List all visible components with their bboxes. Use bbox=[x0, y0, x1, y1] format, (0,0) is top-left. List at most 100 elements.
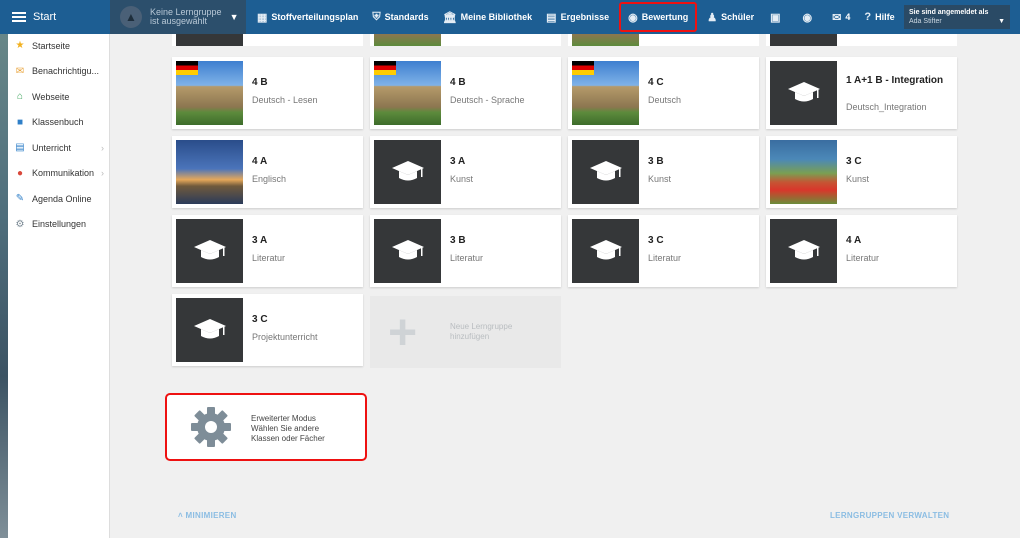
group-tile[interactable]: 3 C Projektunterricht bbox=[172, 294, 363, 366]
group-title: 3 C bbox=[252, 314, 268, 325]
nav-stoffverteilungsplan[interactable]: ▦ Stoffverteilungsplan bbox=[250, 0, 365, 34]
nav-meine-bibliothek[interactable]: 🏛 Meine Bibliothek bbox=[436, 0, 539, 34]
group-title: 3 C bbox=[846, 156, 862, 167]
group-subject: Literatur bbox=[450, 253, 484, 263]
plus-icon: + bbox=[388, 304, 418, 360]
start-button[interactable]: Start bbox=[0, 0, 110, 34]
group-subject: Kunst bbox=[846, 174, 870, 184]
manage-groups-link[interactable]: LERNGRUPPEN VERWALTEN bbox=[830, 511, 949, 520]
nav-label: Standards bbox=[384, 12, 429, 22]
advanced-line3: Klassen oder Fächer bbox=[251, 434, 325, 443]
graduation-cap-icon: ▲ bbox=[120, 6, 142, 28]
group-subject: Kunst bbox=[648, 174, 672, 184]
sidebar-item-startseite[interactable]: ★ Startseite bbox=[8, 33, 109, 59]
minimize-label: MINIMIEREN bbox=[185, 511, 237, 520]
group-tile[interactable]: 3 C Literatur bbox=[568, 215, 759, 287]
sidebar-item-unterricht[interactable]: ▤ Unterricht › bbox=[8, 135, 109, 161]
sidebar-item-benachrichtigungen[interactable]: ✉ Benachrichtigu... bbox=[8, 59, 109, 85]
graduation-cap-icon bbox=[770, 61, 837, 125]
group-subject: Literatur bbox=[648, 253, 682, 263]
sidebar-item-label: Kommunikation bbox=[32, 168, 95, 179]
partial-tile[interactable] bbox=[568, 34, 759, 46]
reichstag-image bbox=[374, 61, 441, 125]
sidebar-item-agenda-online[interactable]: ✎ Agenda Online bbox=[8, 186, 109, 212]
graduation-cap-icon bbox=[374, 219, 441, 283]
badge-icon: ◉ bbox=[628, 11, 638, 24]
nav-standards[interactable]: ⛨ Standards bbox=[365, 0, 435, 34]
group-subject: Deutsch - Sprache bbox=[450, 95, 525, 105]
top-bar: Start ▲ Keine Lerngruppe ist ausgewählt … bbox=[0, 0, 1020, 34]
pen-icon: ✎ bbox=[15, 193, 25, 205]
group-tile[interactable]: 3 B Literatur bbox=[370, 215, 561, 287]
mail-count: 4 bbox=[845, 12, 851, 22]
mail-icon: ✉ bbox=[832, 11, 842, 24]
start-label: Start bbox=[33, 11, 57, 23]
group-tile[interactable]: 3 C Kunst bbox=[766, 136, 957, 208]
advanced-mode-button[interactable]: Erweiterter Modus Wählen Sie andere Klas… bbox=[165, 393, 367, 461]
group-tile[interactable]: 4 A Englisch bbox=[172, 136, 363, 208]
calendar-icon: ▦ bbox=[257, 11, 268, 24]
group-subject: Kunst bbox=[450, 174, 474, 184]
nav-screen[interactable]: ▣ bbox=[761, 0, 793, 34]
sidebar-item-einstellungen[interactable]: ⚙ Einstellungen bbox=[8, 212, 109, 238]
partial-tile[interactable] bbox=[766, 34, 957, 46]
nav-hilfe[interactable]: ? Hilfe bbox=[857, 0, 901, 34]
nav-mail[interactable]: ✉ 4 bbox=[825, 0, 857, 34]
nav-schueler[interactable]: ♟ Schüler bbox=[700, 0, 761, 34]
group-tile[interactable]: 4 A Literatur bbox=[766, 215, 957, 287]
group-subject: Literatur bbox=[252, 253, 286, 263]
star-icon: ★ bbox=[15, 40, 25, 52]
group-select[interactable]: ▲ Keine Lerngruppe ist ausgewählt ▼ bbox=[110, 0, 246, 34]
group-select-line2: ist ausgewählt bbox=[150, 16, 208, 26]
group-subject: Projektunterricht bbox=[252, 332, 318, 342]
sidebar-item-webseite[interactable]: ⌂ Webseite bbox=[8, 84, 109, 110]
mail-icon: ✉ bbox=[15, 65, 25, 77]
nav-chat[interactable]: ◉ bbox=[794, 0, 826, 34]
group-tile[interactable]: 4 C Deutsch bbox=[568, 57, 759, 129]
group-title: 4 A bbox=[846, 235, 862, 246]
graduation-cap-icon bbox=[572, 219, 639, 283]
sidebar-item-label: Benachrichtigu... bbox=[32, 66, 100, 77]
books-icon: ▤ bbox=[15, 142, 25, 154]
reichstag-image bbox=[572, 61, 639, 125]
sidebar-item-label: Startseite bbox=[32, 40, 71, 51]
add-group-line2: hinzufügen bbox=[450, 332, 490, 341]
add-group-button[interactable]: + Neue Lerngruppe hinzufügen bbox=[370, 296, 561, 368]
partial-tile[interactable] bbox=[370, 34, 561, 46]
nav-bewertung[interactable]: ◉ Bewertung bbox=[619, 2, 698, 32]
painting-image bbox=[770, 140, 837, 204]
help-icon: ? bbox=[864, 11, 872, 23]
sidebar-item-kommunikation[interactable]: ● Kommunikation › bbox=[8, 161, 109, 187]
gear-icon: ⚙ bbox=[15, 218, 25, 230]
group-title: 4 A bbox=[252, 156, 268, 167]
sidebar: ★ Startseite ✉ Benachrichtigu... ⌂ Webse… bbox=[8, 34, 110, 538]
sidebar-item-label: Webseite bbox=[32, 91, 70, 102]
group-tile[interactable]: 4 B Deutsch - Sprache bbox=[370, 57, 561, 129]
group-tile[interactable]: 3 B Kunst bbox=[568, 136, 759, 208]
hamburger-icon bbox=[12, 12, 26, 22]
advanced-line2: Wählen Sie andere bbox=[251, 424, 320, 433]
group-tile[interactable]: 4 B Deutsch - Lesen bbox=[172, 57, 363, 129]
main-content: 4 B Deutsch - Lesen 4 B Deutsch - Sprach… bbox=[110, 34, 1020, 538]
group-title: 3 A bbox=[450, 156, 466, 167]
screen-icon: ▣ bbox=[770, 11, 781, 24]
sidebar-item-klassenbuch[interactable]: ■ Klassenbuch bbox=[8, 110, 109, 136]
students-icon: ♟ bbox=[707, 11, 718, 24]
nav-label: Stoffverteilungsplan bbox=[271, 12, 359, 22]
nav-label: Ergebnisse bbox=[560, 12, 610, 22]
minimize-link[interactable]: ˄ MINIMIEREN bbox=[178, 511, 237, 520]
shield-icon: ⛨ bbox=[372, 10, 381, 23]
library-icon: 🏛 bbox=[442, 11, 457, 24]
group-tile[interactable]: 3 A Kunst bbox=[370, 136, 561, 208]
sidebar-item-label: Klassenbuch bbox=[32, 117, 84, 128]
partial-tile[interactable] bbox=[172, 34, 363, 46]
group-tile[interactable]: 3 A Literatur bbox=[172, 215, 363, 287]
caret-down-icon: ▼ bbox=[998, 18, 1005, 25]
group-tile[interactable]: 1 A+1 B - Integration Deutsch_Integratio… bbox=[766, 57, 957, 129]
london-image bbox=[176, 140, 243, 204]
nav-ergebnisse[interactable]: ▤ Ergebnisse bbox=[539, 0, 616, 34]
book-icon: ■ bbox=[16, 116, 24, 128]
login-box[interactable]: Sie sind angemeldet als Ada Stifter ▼ bbox=[904, 5, 1010, 29]
group-subject: Literatur bbox=[846, 253, 880, 263]
group-title: 4 B bbox=[450, 77, 466, 88]
